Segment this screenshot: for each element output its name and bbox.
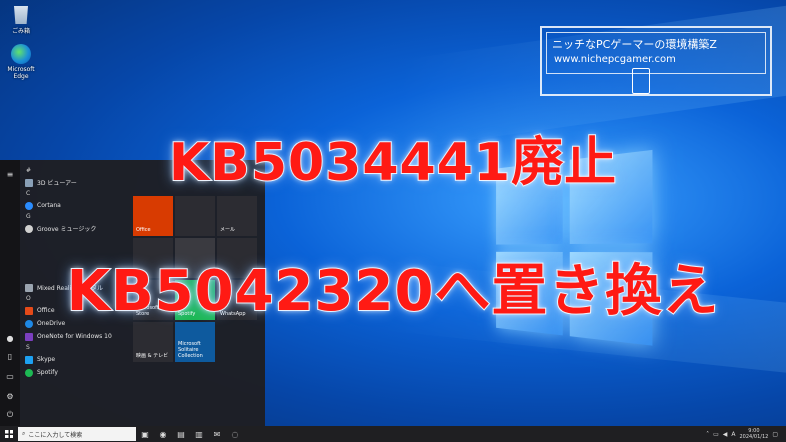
system-tray: ˄ ▭ ◀ A 9:00 2024/01/12 ▢ bbox=[706, 428, 786, 440]
cortana-icon bbox=[25, 201, 33, 210]
tile-blank[interactable] bbox=[175, 196, 215, 236]
chevron-up-icon[interactable]: ˄ bbox=[706, 431, 709, 438]
store-icon[interactable]: ▥ bbox=[190, 426, 208, 442]
tile-solitaire[interactable]: Microsoft Solitaire Collection bbox=[175, 322, 215, 362]
file-explorer-icon[interactable]: ▤ bbox=[172, 426, 190, 442]
onenote-icon bbox=[25, 332, 33, 341]
device-icon bbox=[632, 68, 650, 94]
volume-icon[interactable]: ◀ bbox=[723, 431, 728, 438]
site-watermark: ニッチなPCゲーマーの環境構築Z www.nichepcgamer.com bbox=[540, 26, 772, 96]
taskbar: ⌕ ここに入力して検索 ▣ ◉ ▤ ▥ ✉ ◌ ˄ ▭ ◀ A 9:00 202… bbox=[0, 426, 786, 442]
taskbar-search-box[interactable]: ⌕ ここに入力して検索 bbox=[18, 427, 136, 441]
task-view-icon[interactable]: ▣ bbox=[136, 426, 154, 442]
start-button[interactable] bbox=[0, 426, 18, 442]
settings-gear-icon[interactable]: ⚙ bbox=[5, 392, 15, 402]
desktop-icon-edge[interactable]: Microsoft Edge bbox=[4, 44, 38, 80]
skype-icon bbox=[25, 355, 33, 364]
network-icon[interactable]: ▭ bbox=[713, 431, 719, 438]
notification-icon[interactable]: ▢ bbox=[772, 431, 778, 438]
desktop-icon-recycle-bin[interactable]: ごみ箱 bbox=[4, 4, 38, 35]
tile-movies-tv[interactable]: 映画 & テレビ bbox=[133, 322, 173, 362]
search-placeholder: ここに入力して検索 bbox=[28, 431, 83, 439]
section-letter[interactable]: G bbox=[22, 212, 132, 222]
recycle-bin-icon bbox=[14, 6, 28, 24]
app-icon[interactable]: ◌ bbox=[226, 426, 244, 442]
spotify-icon bbox=[25, 368, 33, 377]
windows-start-icon bbox=[5, 430, 13, 438]
edge-icon bbox=[11, 44, 31, 64]
watermark-url: www.nichepcgamer.com bbox=[554, 54, 676, 65]
desktop-icon-label: ごみ箱 bbox=[11, 28, 30, 35]
list-item[interactable]: Skype bbox=[22, 353, 132, 366]
mail-icon[interactable]: ✉ bbox=[208, 426, 226, 442]
edge-icon[interactable]: ◉ bbox=[154, 426, 172, 442]
watermark-title: ニッチなPCゲーマーの環境構築Z bbox=[552, 38, 717, 51]
tile-mail[interactable]: メール bbox=[217, 196, 257, 236]
clock-date: 2024/01/12 bbox=[739, 434, 769, 440]
search-icon: ⌕ bbox=[22, 430, 26, 437]
headline-line1: KB5034441廃止 bbox=[168, 132, 618, 194]
headline-line2: KB5042320へ置き換え bbox=[66, 258, 720, 325]
clock[interactable]: 9:00 2024/01/12 bbox=[740, 428, 769, 440]
power-icon[interactable]: ⏻ bbox=[5, 410, 15, 420]
list-item[interactable]: Cortana bbox=[22, 199, 132, 212]
list-item[interactable]: Spotify bbox=[22, 366, 132, 379]
ime-indicator[interactable]: A bbox=[731, 431, 735, 438]
user-avatar-icon[interactable]: ● bbox=[5, 334, 15, 344]
list-item[interactable]: OneNote for Windows 10 bbox=[22, 330, 132, 343]
pictures-icon[interactable]: ▭ bbox=[5, 372, 15, 382]
desktop-icon-label: Microsoft Edge bbox=[7, 66, 35, 80]
groove-music-icon bbox=[25, 224, 33, 233]
documents-icon[interactable]: ▯ bbox=[5, 352, 15, 362]
list-item[interactable]: Groove ミュージック bbox=[22, 222, 132, 235]
tile-office[interactable]: Office bbox=[133, 196, 173, 236]
section-letter[interactable]: S bbox=[22, 343, 132, 353]
